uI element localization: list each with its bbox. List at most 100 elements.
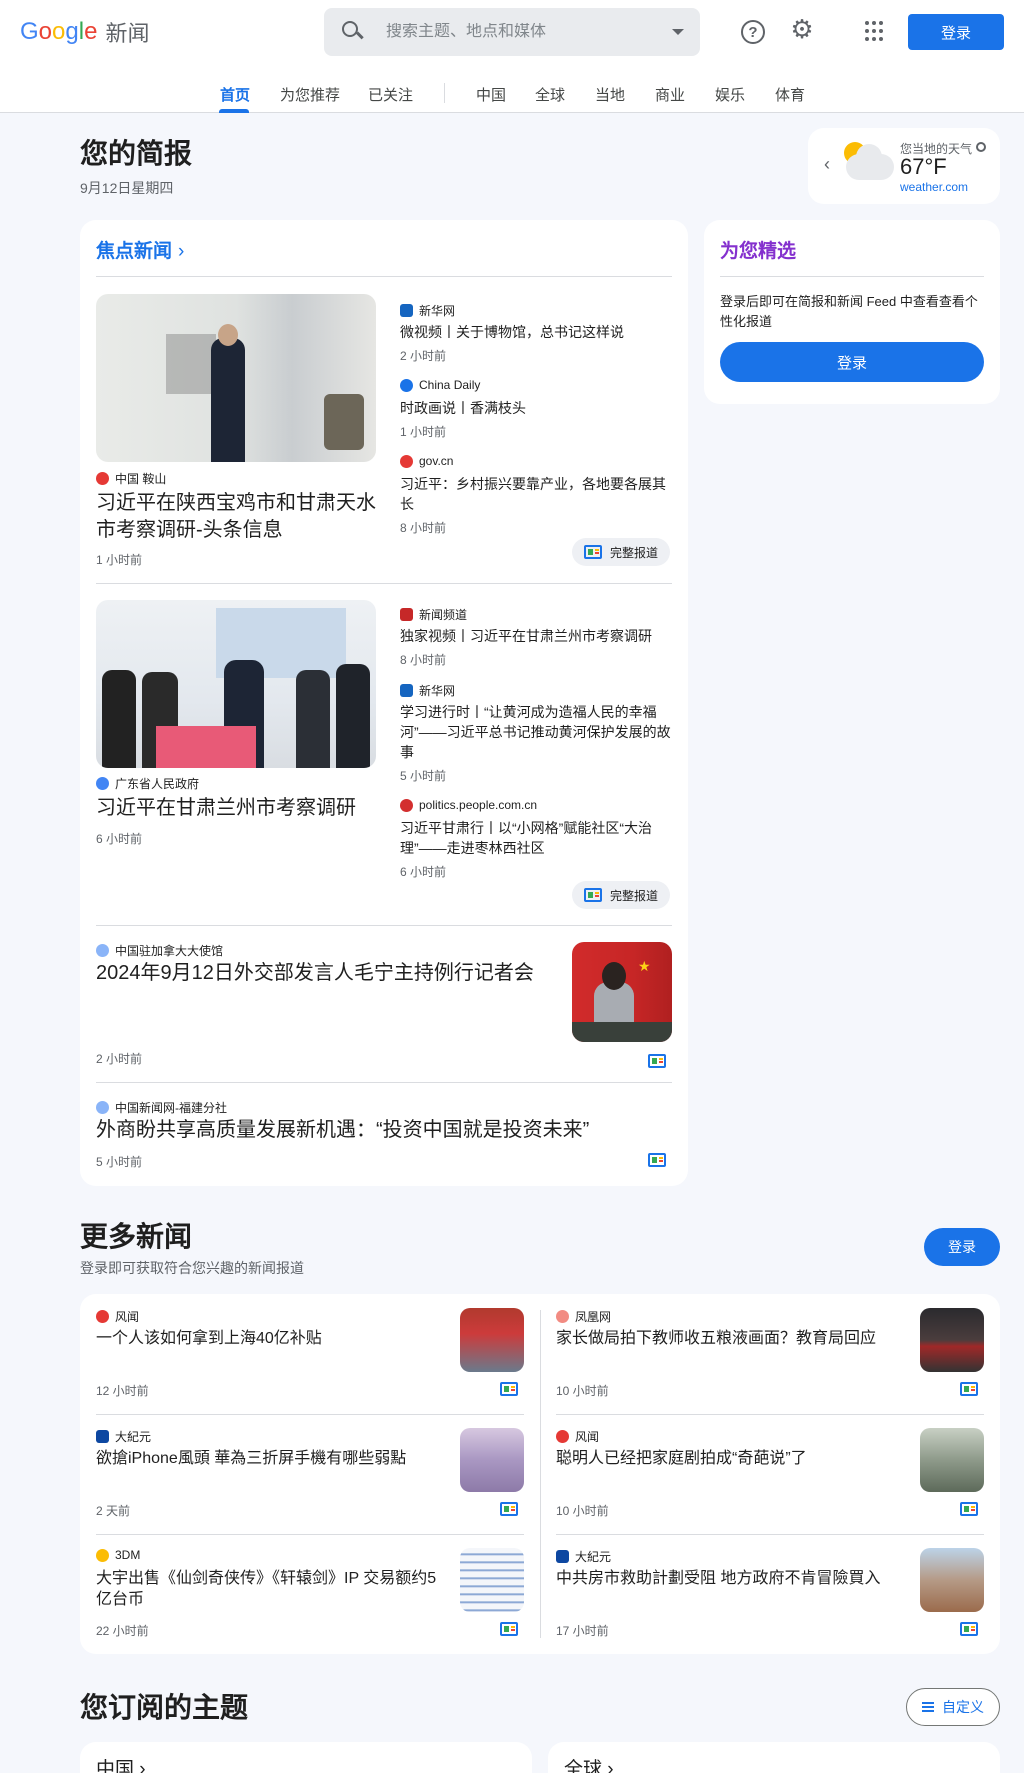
full-coverage-icon[interactable] xyxy=(500,1502,518,1516)
related-time: 5 小时前 xyxy=(400,769,447,783)
list-item-thumbnail[interactable] xyxy=(920,1308,984,1372)
weather-source-link[interactable]: weather.com xyxy=(900,180,968,194)
source-favicon xyxy=(556,1430,569,1443)
search-box[interactable] xyxy=(324,8,700,56)
related-headline[interactable]: 学习进行时丨“让黄河成为造福人民的幸福河”——习近平总书记推动黄河保护发展的故事 xyxy=(400,702,672,762)
help-icon[interactable]: ? xyxy=(741,20,765,44)
source-favicon xyxy=(96,1310,109,1323)
list-item-source[interactable]: 3DM xyxy=(96,1548,140,1562)
more-news-login-button[interactable]: 登录 xyxy=(924,1228,1000,1266)
list-item-headline[interactable]: 一个人该如何拿到上海40亿补贴 xyxy=(96,1328,436,1349)
story-2-headline[interactable]: 习近平在甘肃兰州市考察调研 xyxy=(96,795,380,822)
chevron-down-icon[interactable] xyxy=(672,29,684,35)
related-headline[interactable]: 习近平：乡村振兴要靠产业，各地要各展其长 xyxy=(400,474,672,514)
full-coverage-icon[interactable] xyxy=(960,1502,978,1516)
story-3-image[interactable]: ★ xyxy=(572,942,672,1042)
related-headline[interactable]: 时政画说丨香满枝头 xyxy=(400,398,672,418)
story-2-image[interactable] xyxy=(96,600,376,768)
customize-button[interactable]: 自定义 xyxy=(906,1688,1000,1726)
divider xyxy=(96,1414,524,1415)
story-3-headline[interactable]: 2024年9月12日外交部发言人毛宁主持例行记者会 xyxy=(96,960,556,986)
list-item-source[interactable]: 凤凰网 xyxy=(556,1308,611,1325)
story-2-time: 6 小时前 xyxy=(96,832,143,846)
related-headline[interactable]: 习近平甘肃行丨以“小网格”赋能社区“大治理”——走进枣林西社区 xyxy=(400,818,672,858)
image-bronze xyxy=(324,394,364,450)
full-coverage-icon[interactable] xyxy=(500,1382,518,1396)
for-you-login-button[interactable]: 登录 xyxy=(720,342,984,382)
list-item-thumbnail[interactable] xyxy=(460,1308,524,1372)
weather-widget[interactable]: ‹ 您当地的天气 67°F weather.com xyxy=(808,128,1000,204)
for-you-title[interactable]: 为您精选 xyxy=(720,236,796,263)
weather-temp: 67°F xyxy=(900,154,947,179)
tab-for-you[interactable]: 为您推荐 xyxy=(280,84,340,105)
story-1-image[interactable] xyxy=(96,294,376,462)
list-item-source[interactable]: 大紀元 xyxy=(96,1428,151,1445)
list-item-thumbnail[interactable] xyxy=(460,1548,524,1612)
topic-card-title[interactable]: 全球 › xyxy=(564,1754,614,1773)
story-4-source[interactable]: 中国新闻网-福建分社 xyxy=(96,1099,227,1116)
image-desk xyxy=(156,726,256,768)
topic-card-china[interactable]: 中国 › xyxy=(80,1742,532,1773)
full-coverage-icon[interactable] xyxy=(960,1622,978,1636)
source-name: 中国驻加拿大大使馆 xyxy=(115,944,224,958)
search-icon[interactable] xyxy=(340,19,366,45)
list-item-source[interactable]: 风闻 xyxy=(556,1428,599,1445)
list-item-headline[interactable]: 欲搶iPhone風頭 華為三折屏手機有哪些弱點 xyxy=(96,1448,436,1469)
list-item-headline[interactable]: 中共房市救助計劃受阻 地方政府不肯冒險買入 xyxy=(556,1568,896,1589)
list-item-thumbnail[interactable] xyxy=(920,1548,984,1612)
chevron-right-icon: › xyxy=(178,241,185,262)
source-favicon xyxy=(400,684,413,697)
google-news-logo[interactable]: Google 新闻 xyxy=(20,16,149,48)
story-1-source[interactable]: 中国 鞍山 xyxy=(96,470,166,487)
google-logo-text: Google xyxy=(20,18,98,45)
apps-grid-icon[interactable] xyxy=(864,21,884,41)
list-item-time: 10 小时前 xyxy=(556,1384,609,1398)
source-favicon xyxy=(400,608,413,621)
tab-entertainment[interactable]: 娱乐 xyxy=(715,84,745,105)
list-item-headline[interactable]: 家长做局拍下教师收五粮液画面？教育局回应 xyxy=(556,1328,896,1349)
full-coverage-button[interactable]: 完整报道 xyxy=(572,538,671,566)
story-1-headline[interactable]: 习近平在陕西宝鸡市和甘肃天水市考察调研-头条信息 xyxy=(96,490,380,544)
tab-local[interactable]: 当地 xyxy=(595,84,625,105)
story-2-source[interactable]: 广东省人民政府 xyxy=(96,775,199,792)
related-source[interactable]: gov.cn xyxy=(400,454,453,468)
list-item-source[interactable]: 大紀元 xyxy=(556,1548,611,1565)
full-coverage-button[interactable]: 完整报道 xyxy=(572,881,671,909)
full-coverage-icon[interactable] xyxy=(648,1153,666,1167)
story-3-source[interactable]: 中国驻加拿大大使馆 xyxy=(96,942,223,959)
source-favicon xyxy=(96,472,109,485)
related-headline[interactable]: 独家视频丨习近平在甘肃兰州市考察调研 xyxy=(400,626,672,646)
tab-home[interactable]: 首页 xyxy=(220,84,250,105)
list-item-headline[interactable]: 大宇出售《仙剑奇侠传》《轩辕剑》IP 交易额约5亿台币 xyxy=(96,1568,446,1610)
source-name: 中国新闻网-福建分社 xyxy=(115,1101,227,1115)
chevron-left-icon[interactable]: ‹ xyxy=(824,154,830,175)
related-source[interactable]: politics.people.com.cn xyxy=(400,798,537,812)
tab-sports[interactable]: 体育 xyxy=(775,84,805,105)
headlines-section-link[interactable]: 焦点新闻 › xyxy=(96,236,184,263)
related-source[interactable]: 新华网 xyxy=(400,682,455,699)
tab-china[interactable]: 中国 xyxy=(476,84,506,105)
login-button[interactable]: 登录 xyxy=(908,14,1004,50)
search-input[interactable] xyxy=(386,23,672,41)
gear-icon[interactable]: ⚙ xyxy=(789,14,815,44)
full-coverage-icon[interactable] xyxy=(500,1622,518,1636)
topic-card-title[interactable]: 中国 › xyxy=(96,1754,146,1773)
related-time: 1 小时前 xyxy=(400,425,447,439)
tab-world[interactable]: 全球 xyxy=(535,84,565,105)
related-source[interactable]: 新闻频道 xyxy=(400,606,467,623)
full-coverage-icon[interactable] xyxy=(960,1382,978,1396)
list-item-thumbnail[interactable] xyxy=(920,1428,984,1492)
source-name: 新华网 xyxy=(419,684,456,698)
full-coverage-icon[interactable] xyxy=(648,1054,666,1068)
related-source[interactable]: 新华网 xyxy=(400,302,455,319)
location-icon[interactable] xyxy=(976,142,986,152)
related-source[interactable]: China Daily xyxy=(400,378,480,392)
tab-business[interactable]: 商业 xyxy=(655,84,685,105)
list-item-thumbnail[interactable] xyxy=(460,1428,524,1492)
list-item-headline[interactable]: 聪明人已经把家庭剧拍成“奇葩说”了 xyxy=(556,1448,896,1469)
list-item-source[interactable]: 风闻 xyxy=(96,1308,139,1325)
tab-following[interactable]: 已关注 xyxy=(368,84,413,105)
topic-card-world[interactable]: 全球 › xyxy=(548,1742,1000,1773)
related-headline[interactable]: 微视频丨关于博物馆，总书记这样说 xyxy=(400,322,672,342)
story-4-headline[interactable]: 外商盼共享高质量发展新机遇：“投资中国就是投资未来” xyxy=(96,1117,656,1143)
